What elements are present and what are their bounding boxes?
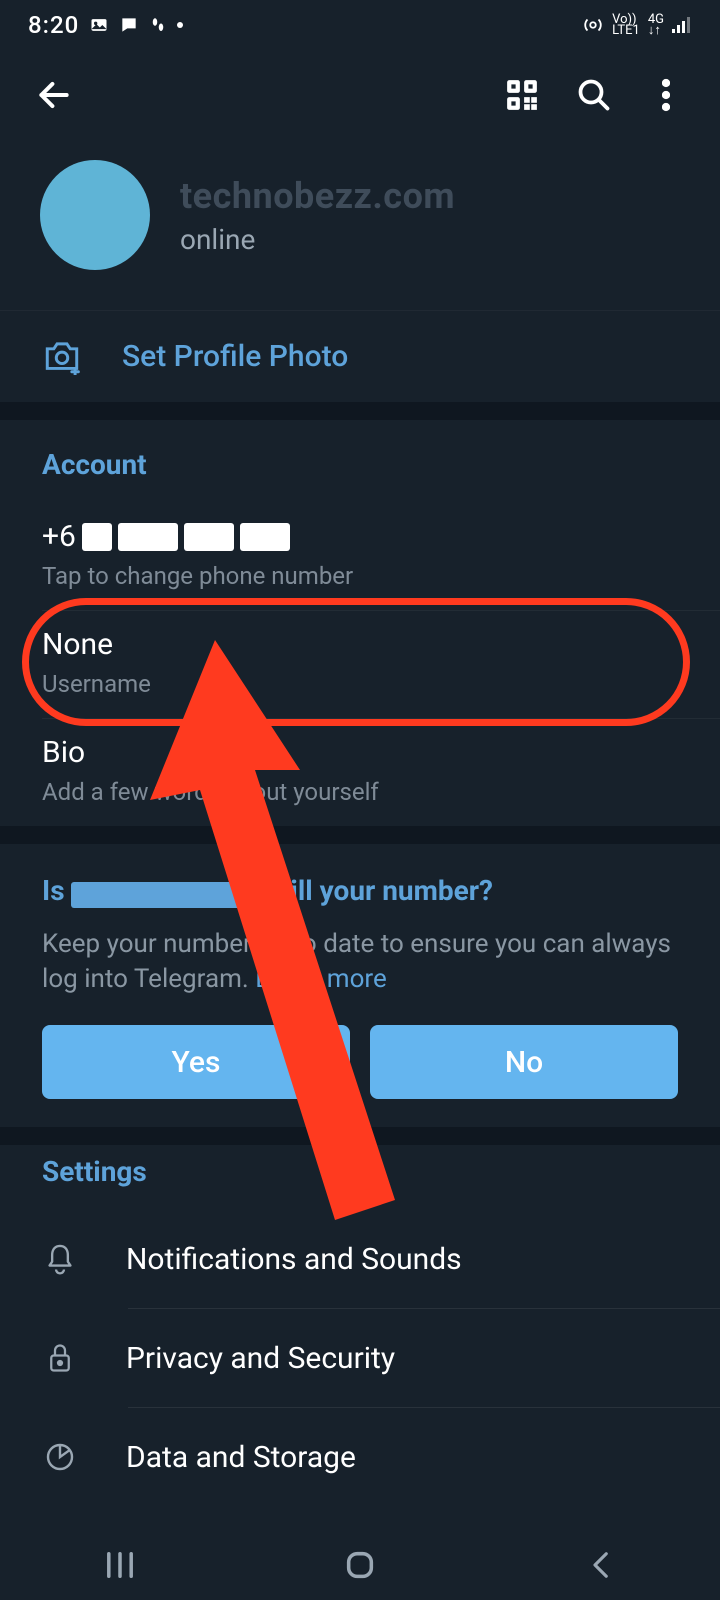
username-field[interactable]: None Username — [0, 611, 720, 718]
top-action-bar — [0, 50, 720, 140]
volte-indicator: Vo))LTE1 — [612, 14, 640, 36]
signal-icon — [672, 17, 692, 33]
set-profile-photo-label: Set Profile Photo — [122, 339, 348, 374]
qr-code-button[interactable] — [498, 71, 546, 119]
settings-title: Settings — [0, 1155, 720, 1210]
number-prompt-card: Is still your number? Keep your number u… — [0, 844, 720, 1127]
no-button[interactable]: No — [370, 1025, 678, 1099]
set-profile-photo-row[interactable]: Set Profile Photo — [0, 310, 720, 402]
settings-item-label: Privacy and Security — [126, 1341, 395, 1376]
settings-item-label: Data and Storage — [126, 1440, 356, 1475]
status-bar: 8:20 Vo))LTE1 4G↓↑ — [0, 0, 720, 50]
account-section: Account +6 Tap to change phone number No… — [0, 420, 720, 826]
bell-icon — [42, 1242, 78, 1276]
settings-section: Settings Notifications and Sounds Privac… — [0, 1145, 720, 1506]
profile-status: online — [180, 223, 680, 256]
camera-plus-icon — [42, 339, 82, 375]
footsteps-icon — [149, 15, 167, 35]
bio-field[interactable]: Bio Add a few words about yourself — [0, 719, 720, 826]
settings-item-privacy[interactable]: Privacy and Security — [0, 1309, 720, 1407]
profile-header: technobezz.com online — [0, 140, 720, 310]
username-caption: Username — [42, 670, 678, 698]
redacted-number — [71, 882, 261, 908]
phone-field[interactable]: +6 Tap to change phone number — [0, 503, 720, 610]
back-button[interactable] — [30, 71, 78, 119]
system-nav-bar — [0, 1530, 720, 1600]
learn-more-link[interactable]: Learn more — [255, 964, 387, 994]
settings-item-data[interactable]: Data and Storage — [0, 1408, 720, 1506]
number-prompt-body: Keep your number up to date to ensure yo… — [42, 927, 678, 997]
hotspot-icon — [582, 14, 604, 36]
section-divider — [0, 826, 720, 844]
account-title: Account — [0, 448, 720, 503]
settings-item-label: Notifications and Sounds — [126, 1242, 462, 1277]
bio-caption: Add a few words about yourself — [42, 778, 678, 806]
avatar[interactable] — [40, 160, 150, 270]
username-value: None — [42, 627, 678, 662]
status-time: 8:20 — [28, 11, 79, 39]
network-gen: 4G↓↑ — [648, 14, 664, 36]
chat-icon — [119, 15, 139, 35]
bio-value: Bio — [42, 735, 678, 770]
home-button[interactable] — [330, 1545, 390, 1585]
lock-icon — [42, 1341, 78, 1375]
section-divider — [0, 402, 720, 420]
phone-value: +6 — [42, 519, 678, 554]
status-right: Vo))LTE1 4G↓↑ — [582, 14, 692, 36]
section-divider — [0, 1127, 720, 1145]
status-dot-icon — [177, 22, 183, 28]
gallery-icon — [89, 15, 109, 35]
phone-caption: Tap to change phone number — [42, 562, 678, 590]
more-button[interactable] — [642, 71, 690, 119]
yes-button[interactable]: Yes — [42, 1025, 350, 1099]
search-button[interactable] — [570, 71, 618, 119]
pie-chart-icon — [42, 1441, 78, 1473]
nav-back-button[interactable] — [570, 1545, 630, 1585]
profile-name: technobezz.com — [180, 175, 680, 217]
recents-button[interactable] — [90, 1545, 150, 1585]
settings-item-notifications[interactable]: Notifications and Sounds — [0, 1210, 720, 1308]
number-prompt-title: Is still your number? — [42, 874, 678, 907]
status-left: 8:20 — [28, 11, 183, 39]
